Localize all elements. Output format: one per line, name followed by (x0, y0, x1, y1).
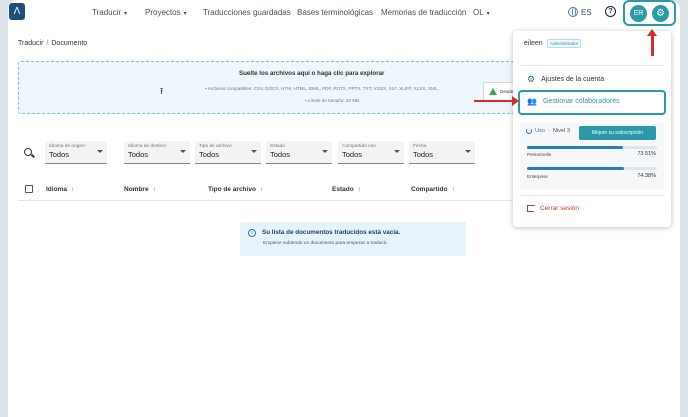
upload-formats: • Archivos compatibles: CSV, DOCX, HTM, … (205, 86, 439, 91)
gear-icon: ⚙ (527, 74, 536, 84)
nav-traducciones-guardadas[interactable]: Traducciones guardadas (203, 8, 291, 17)
upload-title: Suelte los archivos aquí o haga clic par… (239, 70, 385, 77)
chevron-down-icon: ▾ (486, 11, 490, 17)
upload-icon: ⭱ (160, 86, 164, 96)
column-nombre[interactable]: Nombre ↑ (124, 186, 156, 193)
progress-fill (527, 167, 624, 170)
menu-divider (519, 195, 665, 196)
progress-bar-enterprise (527, 167, 657, 170)
role-badge: Administrador (547, 39, 582, 48)
table-divider (18, 200, 538, 201)
language-selector[interactable]: ES (568, 7, 592, 17)
logout-item[interactable]: Cerrar sesión (527, 202, 579, 212)
info-icon: i (248, 229, 256, 237)
dropdown-arrow-icon (465, 150, 471, 153)
annotation-arrow-up (647, 29, 657, 56)
nav-traducir[interactable]: Traducir ▾ (92, 8, 127, 17)
usage-panel: Uso · Nivel 3 Mejore su subscripción Perso… (520, 123, 664, 189)
sort-arrow-icon: ↑ (451, 186, 455, 193)
filter-status[interactable]: Estado Todos (266, 141, 332, 164)
breadcrumb-current: Documento (51, 40, 88, 47)
filter-date[interactable]: Fecha Todos (409, 141, 475, 164)
refresh-icon (526, 128, 532, 134)
progress-fill (527, 146, 623, 149)
dropdown-arrow-icon (394, 150, 400, 153)
select-all-checkbox[interactable] (25, 185, 33, 193)
breadcrumb: Traducir / Documento (18, 40, 87, 47)
upload-limit: • Límite de tamaño: 20 MB. (305, 98, 361, 103)
breadcrumb-parent[interactable]: Traducir (18, 40, 43, 47)
avatar[interactable]: ER (630, 4, 647, 22)
nav-memorias-traduccion[interactable]: Memorias de traducción (381, 8, 466, 17)
google-drive-icon (489, 88, 497, 95)
plan-percent: 73.51% (637, 151, 656, 157)
chevron-down-icon: ▾ (124, 11, 128, 17)
column-estado[interactable]: Estado ↑ (332, 186, 361, 193)
empty-subtitle: Empiece subiendo un documento para empez… (263, 241, 388, 246)
sort-arrow-icon: ↑ (70, 186, 75, 193)
language-code: ES (581, 7, 592, 17)
empty-state: i Su lista de documentos traducidos está… (240, 222, 466, 256)
dropdown-arrow-icon (322, 150, 328, 153)
top-navigation: Λ Traducir ▾ Proyectos ▾ Traducciones guar… (8, 0, 680, 26)
sort-arrow-icon: ↑ (152, 186, 156, 193)
column-tipo-archivo[interactable]: Tipo de archivo ↑ (208, 186, 263, 193)
app-logo[interactable]: Λ (9, 3, 25, 20)
dropdown-arrow-icon (180, 150, 186, 153)
account-settings-item[interactable]: ⚙ Ajustes de la cuenta (527, 74, 604, 85)
annotation-highlight-box (518, 90, 666, 115)
filter-source-language[interactable]: Idioma de origen Todos (45, 141, 107, 164)
dropdown-arrow-icon (97, 150, 103, 153)
dropdown-arrow-icon (251, 150, 257, 153)
account-menu: eileen Administrador ⚙ Ajustes de la cue… (513, 31, 671, 227)
gear-icon[interactable]: ⚙ (652, 4, 669, 22)
plan-name: Enterprise (527, 174, 548, 179)
empty-title: Su lista de documentos traducidos está v… (262, 229, 401, 236)
sort-arrow-icon: ↑ (357, 186, 361, 193)
usage-level: Uso · Nivel 3 (526, 128, 570, 134)
menu-divider (519, 65, 665, 66)
upgrade-subscription-button[interactable]: Mejore su subscripción (579, 126, 656, 140)
plan-name: Personnelle (527, 152, 552, 157)
plan-percent: 74.38% (637, 173, 656, 179)
column-compartido[interactable]: Compartido ↑ (411, 186, 455, 193)
column-idioma[interactable]: Idioma ↑ (46, 186, 74, 193)
globe-icon (568, 7, 578, 17)
sort-arrow-icon: ↑ (259, 186, 264, 193)
search-icon[interactable] (24, 148, 32, 156)
table-header: Idioma ↑ Nombre ↑ Tipo de archivo ↑ Estado ↑… (18, 182, 538, 198)
nav-proyectos[interactable]: Proyectos ▾ (145, 8, 187, 17)
progress-bar-personnelle (527, 146, 657, 149)
filter-target-language[interactable]: Idioma de destino Todos (124, 141, 190, 164)
nav-ol[interactable]: OL ▾ (473, 8, 490, 17)
breadcrumb-separator: / (46, 40, 49, 47)
annotation-arrow-right (474, 96, 519, 106)
nav-bases-terminologicas[interactable]: Bases terminológicas (297, 8, 373, 17)
chevron-down-icon: ▾ (183, 11, 187, 17)
user-menu-toggle[interactable]: ER ⚙ (623, 0, 676, 26)
logout-icon (527, 202, 537, 212)
filter-file-type[interactable]: Tipo de archivo Todos (195, 141, 261, 164)
upload-dropzone[interactable]: Suelte los archivos aquí o haga clic par… (18, 61, 538, 114)
filter-shared-with[interactable]: Compartido con Todos (338, 141, 404, 164)
help-icon[interactable]: ? (605, 6, 616, 17)
menu-username: eileen (524, 40, 543, 47)
